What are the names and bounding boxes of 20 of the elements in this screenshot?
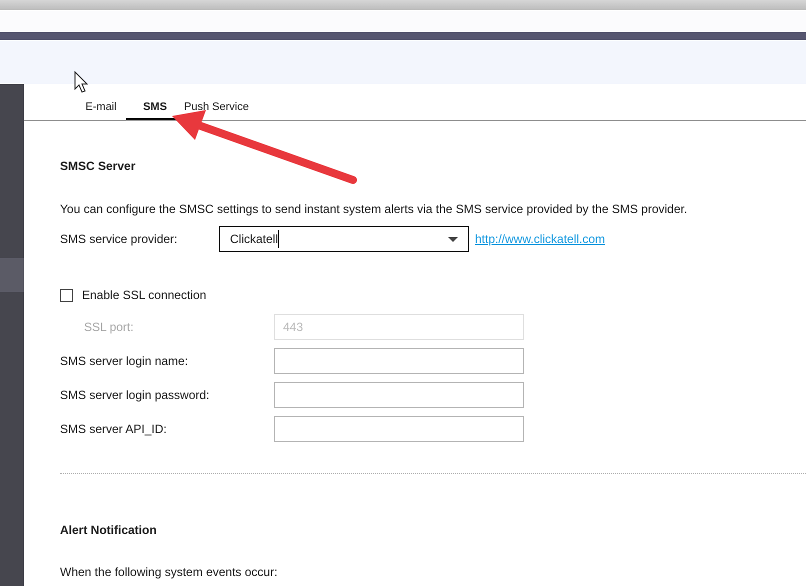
section-title: SMSC Server: [60, 158, 136, 175]
section-title: Alert Notification: [60, 522, 158, 539]
input-field[interactable]: [274, 416, 524, 442]
description: You can configure the SMSC settings to send instant system alerts via the SMS service provided by the SMS provider.: [60, 201, 688, 218]
field-label: SMS service provider:: [60, 231, 178, 248]
tab[interactable]: E-mail: [76, 98, 126, 120]
caret-icon: [448, 236, 458, 242]
field-label: SSL port:: [83, 319, 135, 336]
provider-dropdown[interactable]: Clickatell: [219, 226, 469, 252]
field-label: SMS server login password:: [60, 387, 210, 404]
field-label: SMS server API_ID:: [60, 421, 168, 438]
input-field[interactable]: [274, 382, 524, 408]
sidebar-item[interactable]: [0, 258, 24, 292]
checkbox[interactable]: [60, 288, 73, 302]
input-field[interactable]: [274, 348, 524, 374]
tab[interactable]: Push Service: [184, 98, 249, 120]
cursor-icon: [74, 70, 88, 93]
field-label: SMS server login name:: [60, 353, 190, 370]
description: When the following system events occur:: [60, 564, 278, 581]
checkbox-label: Enable SSL connection: [82, 287, 206, 304]
